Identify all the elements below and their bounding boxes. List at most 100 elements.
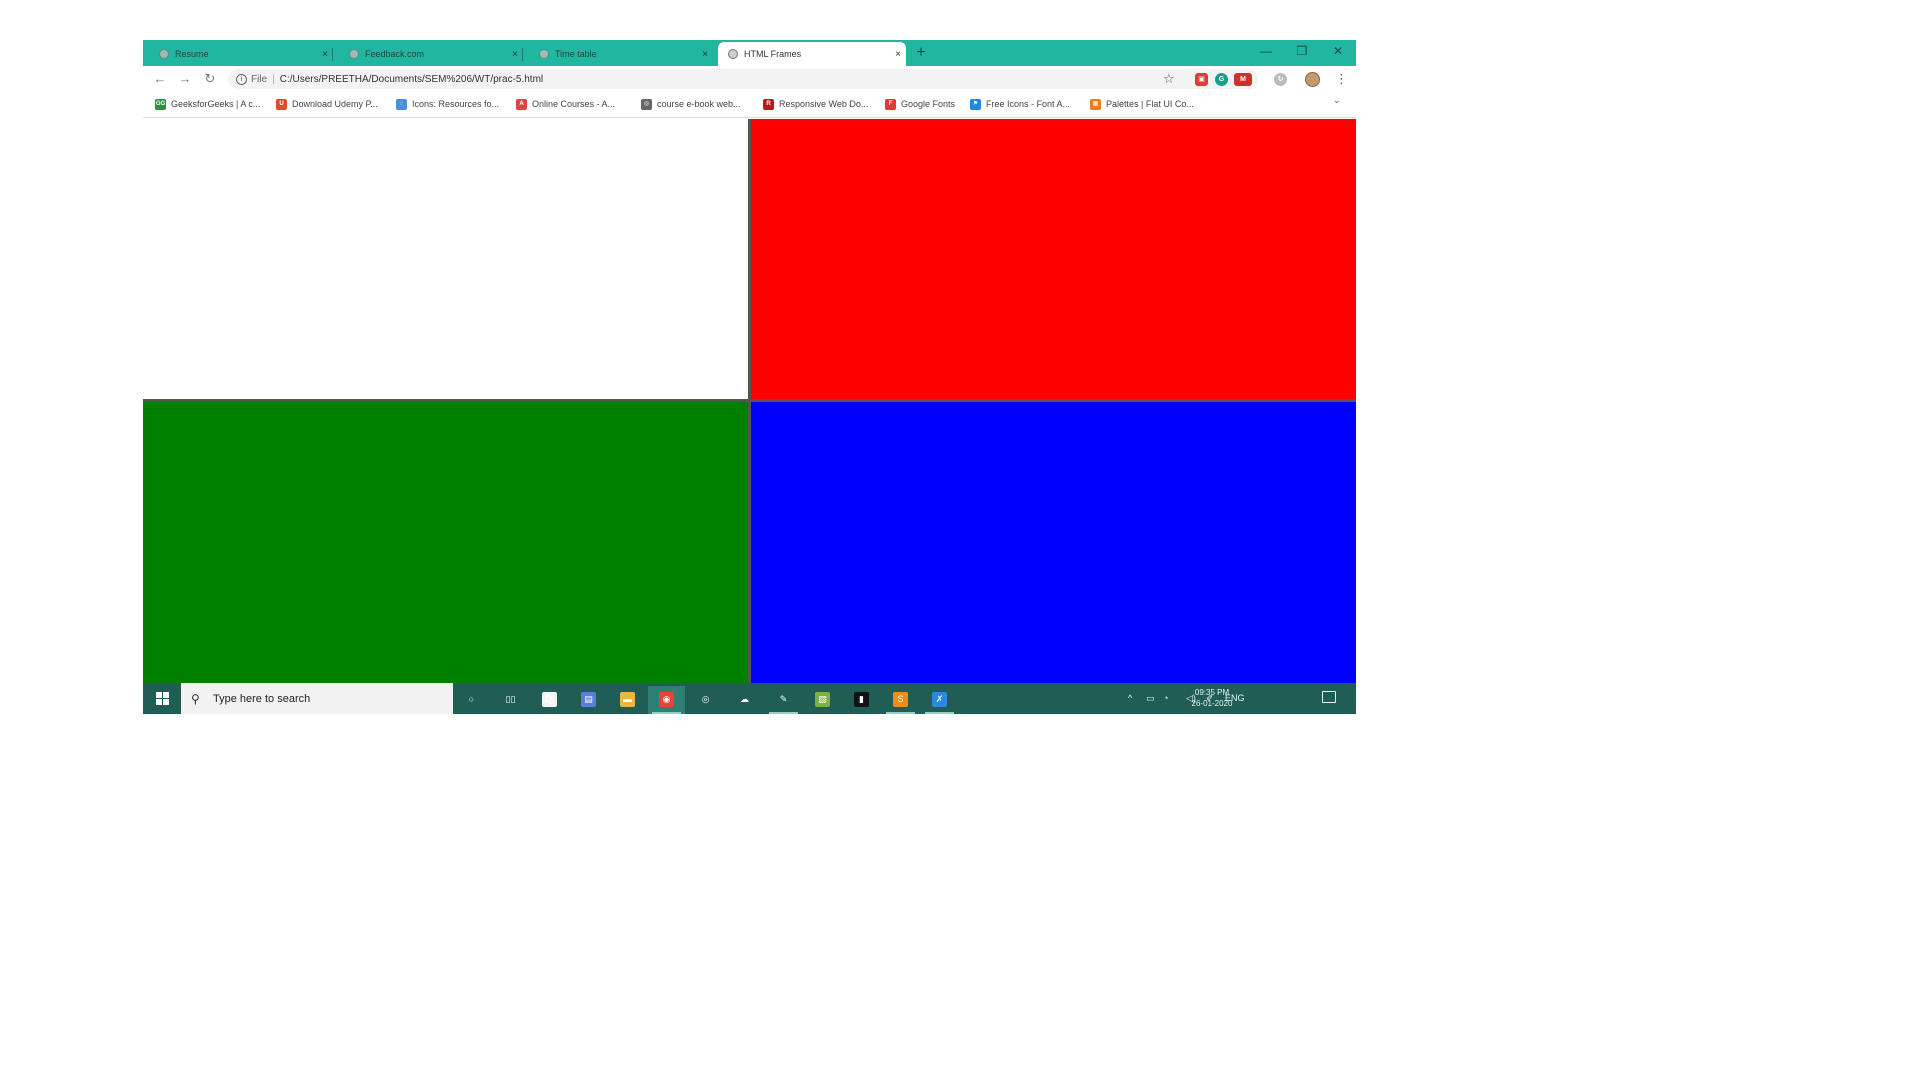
url-text[interactable]: C:/Users/PREETHA/Documents/SEM%206/WT/pr… [280, 74, 543, 85]
bookmark-label: GeeksforGeeks | A c... [171, 99, 261, 109]
bookmark-item[interactable]: U Download Udemy P... [276, 92, 389, 116]
taskbar-app[interactable]: ▤ [570, 686, 607, 714]
search-icon: ⚲ [191, 691, 200, 706]
globe-icon [728, 49, 738, 59]
tab-time-table[interactable]: Time table × [523, 42, 713, 66]
back-button[interactable]: ← [150, 69, 170, 89]
window-close-button[interactable]: ✕ [1320, 40, 1356, 62]
windows-taskbar: ⚲ Type here to search ○ ▯▯ 🛍 ▤ ▬ ◉ ◎ ☁ ✎ ▧ ▮ S ✗ ^ ▭… [143, 683, 1356, 714]
tab-feedback[interactable]: Feedback.com × [333, 42, 523, 66]
bottom-left-frame [143, 402, 748, 683]
taskbar-app[interactable]: S [882, 686, 919, 714]
globe-icon [539, 49, 549, 59]
tab-title: Time table [555, 49, 597, 59]
info-icon[interactable]: i [236, 73, 247, 85]
paint-app-icon: ✎ [779, 694, 788, 704]
bookmark-item[interactable]: ▦ Palettes | Flat UI Co... [1090, 92, 1215, 116]
terminal-icon: ▮ [854, 692, 869, 707]
taskbar-app[interactable]: ▬ [609, 686, 646, 714]
taskbar-app[interactable]: ✎ [765, 686, 802, 714]
maximize-button[interactable]: ❐ [1284, 40, 1320, 62]
extension-sync-icon[interactable]: ↻ [1274, 73, 1287, 86]
reload-button[interactable]: ↻ [200, 69, 220, 89]
battery-icon[interactable]: ▭ [1146, 683, 1155, 714]
globe-icon [159, 49, 169, 59]
bookmark-item[interactable]: ⚑ Free Icons - Font A... [970, 92, 1084, 116]
windows-logo-icon [156, 692, 169, 705]
extension-grammarly-icon[interactable]: G [1215, 73, 1228, 86]
taskbar-app[interactable]: ○ [453, 686, 490, 714]
menu-icon[interactable]: ⋮ [1335, 69, 1348, 89]
taskbar-app[interactable]: ◉ [648, 686, 685, 714]
udemy-icon: U [276, 98, 287, 110]
tab-strip: Resume × Feedback.com × Time table × HTM… [143, 40, 1356, 66]
bookmark-item[interactable]: ◌ Icons: Resources fo... [396, 92, 508, 116]
tab-title: HTML Frames [744, 49, 802, 59]
browser-toolbar: ← → ↻ i File | C:/Users/PREETHA/Document… [143, 66, 1356, 92]
taskbar-app[interactable]: ✗ [921, 686, 958, 714]
task-view-icon: ▯▯ [505, 694, 516, 704]
bookmark-item[interactable]: F Google Fonts [885, 92, 965, 116]
bookmark-item[interactable]: R Responsive Web Do... [763, 92, 880, 116]
chrome-icon: ◉ [659, 692, 674, 707]
forward-button[interactable]: → [175, 69, 195, 89]
close-icon[interactable]: × [317, 49, 333, 60]
tab-resume[interactable]: Resume × [143, 42, 333, 66]
minimize-button[interactable]: — [1248, 40, 1284, 62]
document-app-icon: ▤ [581, 692, 596, 707]
running-indicator [925, 712, 954, 714]
top-right-frame [751, 119, 1356, 399]
bookmark-label: Online Courses - A... [532, 99, 616, 109]
globe-icon [349, 49, 359, 59]
bookmark-label: Palettes | Flat UI Co... [1106, 99, 1194, 109]
url-divider: | [272, 73, 275, 85]
extension-pdf-icon[interactable]: ▣ [1195, 73, 1208, 86]
bookmark-item[interactable]: GG GeeksforGeeks | A c... [155, 92, 271, 116]
taskbar-app[interactable]: ▯▯ [492, 686, 529, 714]
bookmark-star-icon[interactable]: ☆ [1163, 69, 1175, 89]
responsive-web-icon: R [763, 98, 774, 110]
bookmark-label: Icons: Resources fo... [412, 99, 500, 109]
font-awesome-icon: ⚑ [970, 98, 981, 110]
tab-title: Feedback.com [365, 49, 425, 59]
clock-date: 26-01-2020 [1191, 699, 1233, 708]
cortana-icon: ○ [468, 694, 475, 704]
store-icon: 🛍 [542, 692, 557, 707]
tray-overflow-icon[interactable]: ^ [1128, 683, 1132, 714]
url-scheme: File [251, 73, 268, 85]
top-left-frame [143, 119, 748, 399]
sublime-text-icon: S [893, 692, 908, 707]
taskbar-app[interactable]: 🛍 [531, 686, 568, 714]
notification-center-icon[interactable] [1322, 691, 1336, 703]
taskbar-app[interactable]: ▧ [804, 686, 841, 714]
address-bar[interactable]: i File | C:/Users/PREETHA/Documents/SEM%… [228, 69, 1258, 89]
profile-avatar[interactable] [1305, 72, 1320, 87]
start-button[interactable] [143, 683, 181, 714]
taskbar-search-box[interactable]: ⚲ Type here to search [181, 683, 453, 714]
wifi-icon[interactable]: ◔ [1163, 683, 1168, 714]
flat-ui-icon: ▦ [1090, 98, 1101, 110]
chat-app-icon: ☁ [740, 694, 749, 704]
file-explorer-icon: ▬ [620, 692, 635, 707]
vscode-icon: ✗ [932, 692, 947, 707]
bookmarks-more-icon[interactable]: ⌄ [1333, 95, 1341, 106]
running-indicator [769, 712, 798, 714]
browser-window: Resume × Feedback.com × Time table × HTM… [143, 40, 1356, 714]
close-icon[interactable]: × [507, 49, 523, 60]
taskbar-app[interactable]: ☁ [726, 686, 763, 714]
tab-html-frames[interactable]: HTML Frames × [718, 42, 906, 66]
taskbar-clock[interactable]: 09:35 PM 26-01-2020 [1186, 687, 1238, 709]
settings-app-icon: ◎ [701, 694, 710, 704]
bookmark-item[interactable]: A Online Courses - A... [516, 92, 626, 116]
search-placeholder: Type here to search [213, 692, 311, 705]
taskbar-app[interactable]: ◎ [687, 686, 724, 714]
running-indicator [652, 712, 681, 714]
new-tab-button[interactable]: + [911, 43, 931, 63]
bookmark-label: Google Fonts [901, 99, 956, 109]
taskbar-app[interactable]: ▮ [843, 686, 880, 714]
running-indicator [886, 712, 915, 714]
close-icon[interactable]: × [890, 49, 906, 60]
close-icon[interactable]: × [697, 49, 713, 60]
extension-gmail-icon[interactable]: M [1234, 73, 1252, 86]
bookmark-item[interactable]: ◎ course e-book web... [641, 92, 755, 116]
